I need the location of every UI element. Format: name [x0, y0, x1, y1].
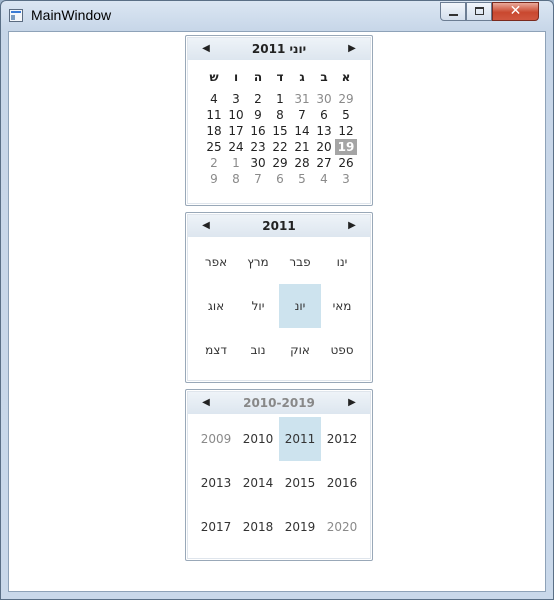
calendar-year-cell[interactable]: 2016	[321, 461, 363, 505]
minimize-icon	[449, 14, 458, 16]
day-of-week-label: א	[341, 70, 351, 84]
calendar-day[interactable]: 11	[203, 107, 225, 123]
calendar-day[interactable]: 18	[203, 123, 225, 139]
calendar-month-cell[interactable]: ספט	[321, 328, 363, 372]
calendar-day[interactable]: 8	[225, 171, 247, 187]
calendar-day[interactable]: 2	[203, 155, 225, 171]
close-button[interactable]: ✕	[492, 2, 539, 21]
month-title-button[interactable]: יוני 2011	[218, 38, 340, 60]
calendar-day[interactable]: 27	[313, 155, 335, 171]
main-window: MainWindow ✕ ◀ יוני 2011 ▶ שוהדגבא 43213…	[0, 0, 554, 600]
client-area: ◀ יוני 2011 ▶ שוהדגבא 4 3 2 1 31 30 29 11 10 9 8 7 6…	[8, 31, 546, 592]
calendar-day[interactable]: 24	[225, 139, 247, 155]
calendar-day[interactable]: 5	[335, 107, 357, 123]
calendar-day[interactable]: 14	[291, 123, 313, 139]
calendar-header: ◀ 2011 ▶	[188, 215, 370, 237]
calendar-month-cell[interactable]: אוג	[195, 284, 237, 328]
day-of-week-label: ש	[209, 70, 219, 84]
day-of-week-label: ה	[253, 70, 263, 84]
calendar-year-cell[interactable]: 2010	[237, 417, 279, 461]
day-of-week-label: ו	[233, 70, 239, 84]
next-year-icon[interactable]: ▶	[341, 215, 363, 237]
calendar-day[interactable]: 26	[335, 155, 357, 171]
calendar-day[interactable]: 7	[247, 171, 269, 187]
calendar-day[interactable]: 7	[291, 107, 313, 123]
calendar-year-cell[interactable]: 2014	[237, 461, 279, 505]
calendar-day[interactable]: 30	[313, 91, 335, 107]
calendar-day[interactable]: 3	[225, 91, 247, 107]
calendar-month-cell[interactable]: אוק	[279, 328, 321, 372]
calendar-decade-view: ◀ 2010-2019 ▶ 2009 2010 2011 2012 2013 2014 20…	[185, 389, 373, 561]
calendar-day[interactable]: 8	[269, 107, 291, 123]
calendar-day[interactable]: 17	[225, 123, 247, 139]
calendar-month-cell[interactable]: יונ	[279, 284, 321, 328]
calendar-day[interactable]: 29	[335, 91, 357, 107]
calendar-day[interactable]: 25	[203, 139, 225, 155]
calendar-day[interactable]: 23	[247, 139, 269, 155]
calendar-day[interactable]: 22	[269, 139, 291, 155]
calendar-day[interactable]: 2	[247, 91, 269, 107]
calendar-year-cell[interactable]: 2017	[195, 505, 237, 549]
calendar-month-view: ◀ יוני 2011 ▶ שוהדגבא 4 3 2 1 31 30 29 11 10 9 8 7 6…	[185, 35, 373, 206]
calendar-day[interactable]: 9	[247, 107, 269, 123]
previous-year-icon[interactable]: ◀	[195, 215, 217, 237]
calendar-day[interactable]: 9	[203, 171, 225, 187]
calendar-day[interactable]: 28	[291, 155, 313, 171]
calendar-month-cell[interactable]: אפר	[195, 240, 237, 284]
calendar-year-cell[interactable]: 2018	[237, 505, 279, 549]
calendar-month-cell[interactable]: יול	[237, 284, 279, 328]
calendar-day[interactable]: 13	[313, 123, 335, 139]
calendar-day[interactable]: 12	[335, 123, 357, 139]
calendar-day[interactable]: 3	[335, 171, 357, 187]
calendar-month-cell[interactable]: ינו	[321, 240, 363, 284]
minimize-button[interactable]	[440, 2, 466, 21]
previous-month-icon[interactable]: ◀	[195, 38, 217, 60]
calendar-day[interactable]: 5	[291, 171, 313, 187]
calendar-month-cell[interactable]: פבר	[279, 240, 321, 284]
calendar-day[interactable]: 31	[291, 91, 313, 107]
calendar-year-view: ◀ 2011 ▶ אפר מרץ פבר ינו אוג יול יונ מאי דצמ נוב א…	[185, 212, 373, 383]
window-title: MainWindow	[31, 7, 112, 23]
decade-title-button[interactable]: 2010-2019	[218, 392, 340, 414]
close-icon: ✕	[509, 3, 522, 19]
previous-decade-icon[interactable]: ◀	[195, 392, 217, 414]
day-of-week-label: ד	[276, 70, 284, 84]
calendar-month-cell[interactable]: נוב	[237, 328, 279, 372]
calendar-year-cell[interactable]: 2015	[279, 461, 321, 505]
calendar-day[interactable]: 6	[313, 107, 335, 123]
next-month-icon[interactable]: ▶	[341, 38, 363, 60]
calendar-year-cell[interactable]: 2019	[279, 505, 321, 549]
calendar-year-cell[interactable]: 2020	[321, 505, 363, 549]
calendar-year-cell[interactable]: 2013	[195, 461, 237, 505]
calendar-day[interactable]: 16	[247, 123, 269, 139]
calendar-year-cell[interactable]: 2012	[321, 417, 363, 461]
day-of-week-label: ב	[320, 70, 328, 84]
calendar-day[interactable]: 21	[291, 139, 313, 155]
app-icon[interactable]	[9, 9, 23, 22]
calendar-day[interactable]: 10	[225, 107, 247, 123]
calendar-day[interactable]: 29	[269, 155, 291, 171]
day-of-week-label: ג	[299, 70, 305, 84]
calendar-year-cell[interactable]: 2009	[195, 417, 237, 461]
calendar-header: ◀ 2010-2019 ▶	[188, 392, 370, 414]
calendar-day[interactable]: 4	[313, 171, 335, 187]
calendar-month-cell[interactable]: דצמ	[195, 328, 237, 372]
calendar-year-cell[interactable]: 2011	[279, 417, 321, 461]
calendar-day[interactable]: 6	[269, 171, 291, 187]
calendar-day[interactable]: 1	[269, 91, 291, 107]
calendar-day[interactable]: 1	[225, 155, 247, 171]
calendar-day[interactable]: 19	[335, 139, 357, 155]
calendar-month-cell[interactable]: מרץ	[237, 240, 279, 284]
title-bar[interactable]: MainWindow ✕	[1, 1, 553, 31]
calendar-month-cell[interactable]: מאי	[321, 284, 363, 328]
maximize-button[interactable]	[466, 2, 492, 21]
maximize-icon	[475, 7, 484, 15]
next-decade-icon[interactable]: ▶	[341, 392, 363, 414]
calendar-day[interactable]: 30	[247, 155, 269, 171]
calendar-header: ◀ יוני 2011 ▶	[188, 38, 370, 60]
calendar-day[interactable]: 15	[269, 123, 291, 139]
calendar-day[interactable]: 4	[203, 91, 225, 107]
calendar-day[interactable]: 20	[313, 139, 335, 155]
year-title-button[interactable]: 2011	[218, 215, 340, 237]
